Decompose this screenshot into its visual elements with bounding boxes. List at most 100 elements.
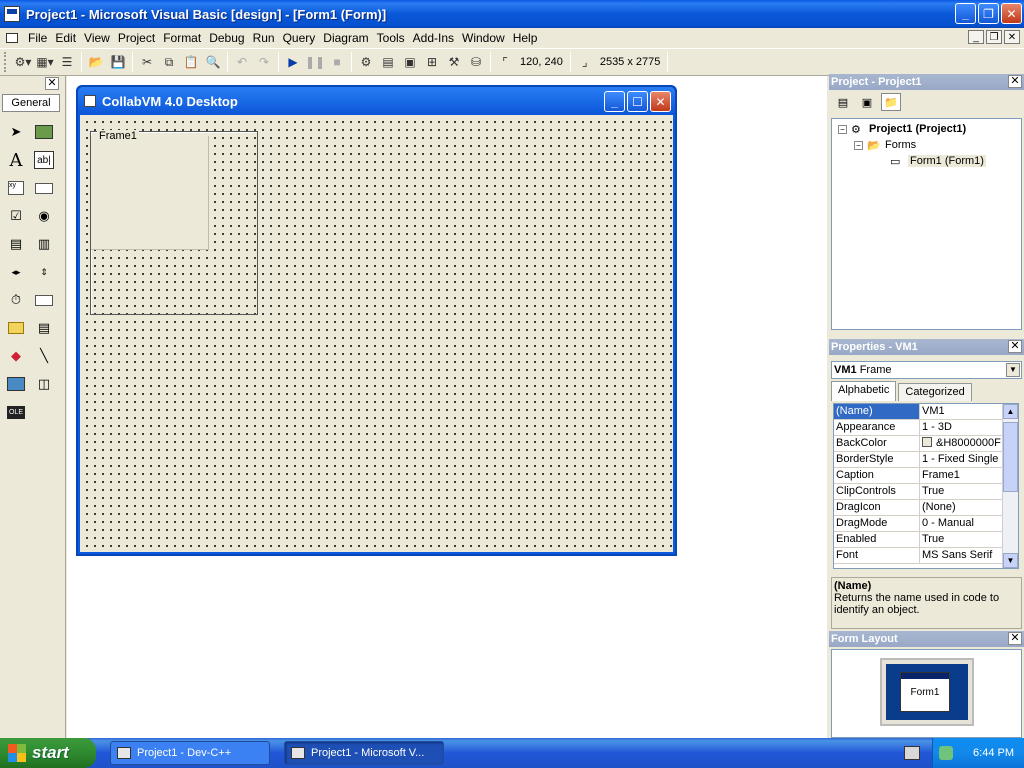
timer-icon[interactable]: ⏱ — [2, 286, 30, 314]
undo-icon[interactable]: ↶ — [231, 51, 253, 73]
keyboard-icon[interactable] — [904, 746, 920, 760]
redo-icon[interactable]: ↷ — [253, 51, 275, 73]
mdi-minimize-button[interactable]: _ — [968, 30, 984, 44]
minimize-button[interactable]: _ — [955, 3, 976, 24]
menu-window[interactable]: Window — [458, 31, 509, 45]
tab-categorized[interactable]: Categorized — [898, 383, 972, 401]
hscrollbar-icon[interactable]: ◂▸ — [2, 258, 30, 286]
add-project-icon[interactable]: ⚙▾ — [12, 51, 34, 73]
chevron-down-icon[interactable]: ▼ — [1006, 363, 1020, 377]
property-row[interactable]: DragMode 0 - Manual — [834, 516, 1018, 532]
project-explorer-icon[interactable]: ⚙ — [355, 51, 377, 73]
toolbar-grip[interactable] — [4, 52, 8, 72]
view-code-icon[interactable]: ▤ — [833, 93, 853, 111]
shape-icon[interactable]: ◆ — [2, 342, 30, 370]
open-project-icon[interactable]: 📂 — [85, 51, 107, 73]
optionbutton-icon[interactable]: ◉ — [30, 202, 58, 230]
frame-icon[interactable]: xy — [2, 174, 30, 202]
toolbox-general-tab[interactable]: General — [2, 94, 60, 112]
property-row[interactable]: DragIcon (None) — [834, 500, 1018, 516]
collapse-icon[interactable]: − — [854, 140, 863, 150]
property-row[interactable]: ClipControls True — [834, 484, 1018, 500]
toolbox-icon[interactable]: ⚒ — [443, 51, 465, 73]
network-icon[interactable] — [939, 746, 954, 760]
paste-icon[interactable]: 📋 — [180, 51, 202, 73]
combobox-icon[interactable]: ▤ — [2, 230, 30, 258]
menu-query[interactable]: Query — [279, 31, 320, 45]
mini-form[interactable]: Form1 — [900, 672, 950, 712]
tree-project-node[interactable]: − ⚙ Project1 (Project1) — [838, 121, 966, 137]
mdi-restore-button[interactable]: ❐ — [986, 30, 1002, 44]
property-row[interactable]: Appearance 1 - 3D — [834, 420, 1018, 436]
menu-tools[interactable]: Tools — [373, 31, 409, 45]
picturebox-icon[interactable] — [30, 118, 58, 146]
property-row[interactable]: Font MS Sans Serif — [834, 548, 1018, 564]
properties-close-button[interactable]: ✕ — [1008, 340, 1022, 353]
checkbox-icon[interactable]: ☑ — [2, 202, 30, 230]
tree-form1-node[interactable]: ▭ Form1 (Form1) — [890, 153, 986, 169]
line-icon[interactable]: ╲ — [30, 342, 58, 370]
listbox-icon[interactable]: ▥ — [30, 230, 58, 258]
menu-file[interactable]: File — [24, 31, 51, 45]
ole-icon[interactable]: OLE — [2, 398, 30, 426]
menu-add-ins[interactable]: Add-Ins — [409, 31, 458, 45]
menu-edit[interactable]: Edit — [51, 31, 80, 45]
form-minimize-button[interactable]: _ — [604, 91, 625, 112]
form-system-menu-icon[interactable] — [6, 33, 18, 43]
menu-help[interactable]: Help — [509, 31, 542, 45]
find-icon[interactable]: 🔍 — [202, 51, 224, 73]
menu-project[interactable]: Project — [114, 31, 159, 45]
property-row[interactable]: BackColor &H8000000F — [834, 436, 1018, 452]
restore-button[interactable]: ❐ — [978, 3, 999, 24]
tree-forms-folder[interactable]: − 📂 Forms — [854, 137, 916, 153]
form-layout-icon[interactable]: ▣ — [399, 51, 421, 73]
scroll-thumb[interactable] — [1003, 422, 1018, 492]
form-maximize-button[interactable]: ☐ — [627, 91, 648, 112]
app-title-bar[interactable]: Project1 - Microsoft Visual Basic [desig… — [0, 0, 1024, 28]
scroll-up-icon[interactable]: ▲ — [1003, 404, 1018, 419]
form-layout-close-button[interactable]: ✕ — [1008, 632, 1022, 645]
object-selector-combo[interactable]: VM1 Frame ▼ — [831, 361, 1022, 379]
menu-diagram[interactable]: Diagram — [319, 31, 372, 45]
menu-editor-icon[interactable]: ☰ — [56, 51, 78, 73]
start-button[interactable]: start — [0, 738, 96, 768]
break-icon[interactable]: ❚❚ — [304, 51, 326, 73]
label-icon[interactable]: A — [2, 146, 30, 174]
menu-view[interactable]: View — [80, 31, 114, 45]
properties-scrollbar[interactable]: ▲ ▼ — [1002, 404, 1018, 568]
view-object-icon[interactable]: ▣ — [857, 93, 877, 111]
save-project-icon[interactable]: 💾 — [107, 51, 129, 73]
object-browser-icon[interactable]: ⊞ — [421, 51, 443, 73]
start-icon[interactable]: ▶ — [282, 51, 304, 73]
taskbar-item-vb[interactable]: Project1 - Microsoft V... — [284, 741, 444, 765]
cut-icon[interactable]: ✂ — [136, 51, 158, 73]
toolbox-close-button[interactable]: ✕ — [45, 77, 59, 90]
form-close-button[interactable]: ✕ — [650, 91, 671, 112]
close-button[interactable]: ✕ — [1001, 3, 1022, 24]
dirlistbox-icon[interactable] — [2, 314, 30, 342]
project-explorer-close-button[interactable]: ✕ — [1008, 75, 1022, 88]
property-row[interactable]: BorderStyle 1 - Fixed Single — [834, 452, 1018, 468]
scroll-down-icon[interactable]: ▼ — [1003, 553, 1018, 568]
vscrollbar-icon[interactable]: ⇕ — [30, 258, 58, 286]
frame-control[interactable]: Frame1 — [90, 130, 258, 315]
properties-window-icon[interactable]: ▤ — [377, 51, 399, 73]
copy-icon[interactable]: ⧉ — [158, 51, 180, 73]
taskbar-item-devcpp[interactable]: Project1 - Dev-C++ — [110, 741, 270, 765]
menu-format[interactable]: Format — [159, 31, 205, 45]
data-icon[interactable]: ◫ — [30, 370, 58, 398]
textbox-icon[interactable]: ab| — [30, 146, 58, 174]
end-icon[interactable]: ■ — [326, 51, 348, 73]
add-form-icon[interactable]: ▦▾ — [34, 51, 56, 73]
mdi-close-button[interactable]: ✕ — [1004, 30, 1020, 44]
menu-run[interactable]: Run — [249, 31, 279, 45]
collapse-icon[interactable]: − — [838, 124, 847, 134]
form-designer-window[interactable]: CollabVM 4.0 Desktop _ ☐ ✕ Frame1 — [76, 85, 677, 556]
image-icon[interactable] — [2, 370, 30, 398]
form-design-grid[interactable]: Frame1 — [80, 115, 673, 552]
toggle-folders-icon[interactable]: 📁 — [881, 93, 901, 111]
property-row[interactable]: Caption Frame1 — [834, 468, 1018, 484]
property-row[interactable]: (Name) VM1 — [834, 404, 1018, 420]
tab-alphabetic[interactable]: Alphabetic — [831, 381, 897, 401]
property-row[interactable]: Enabled True — [834, 532, 1018, 548]
